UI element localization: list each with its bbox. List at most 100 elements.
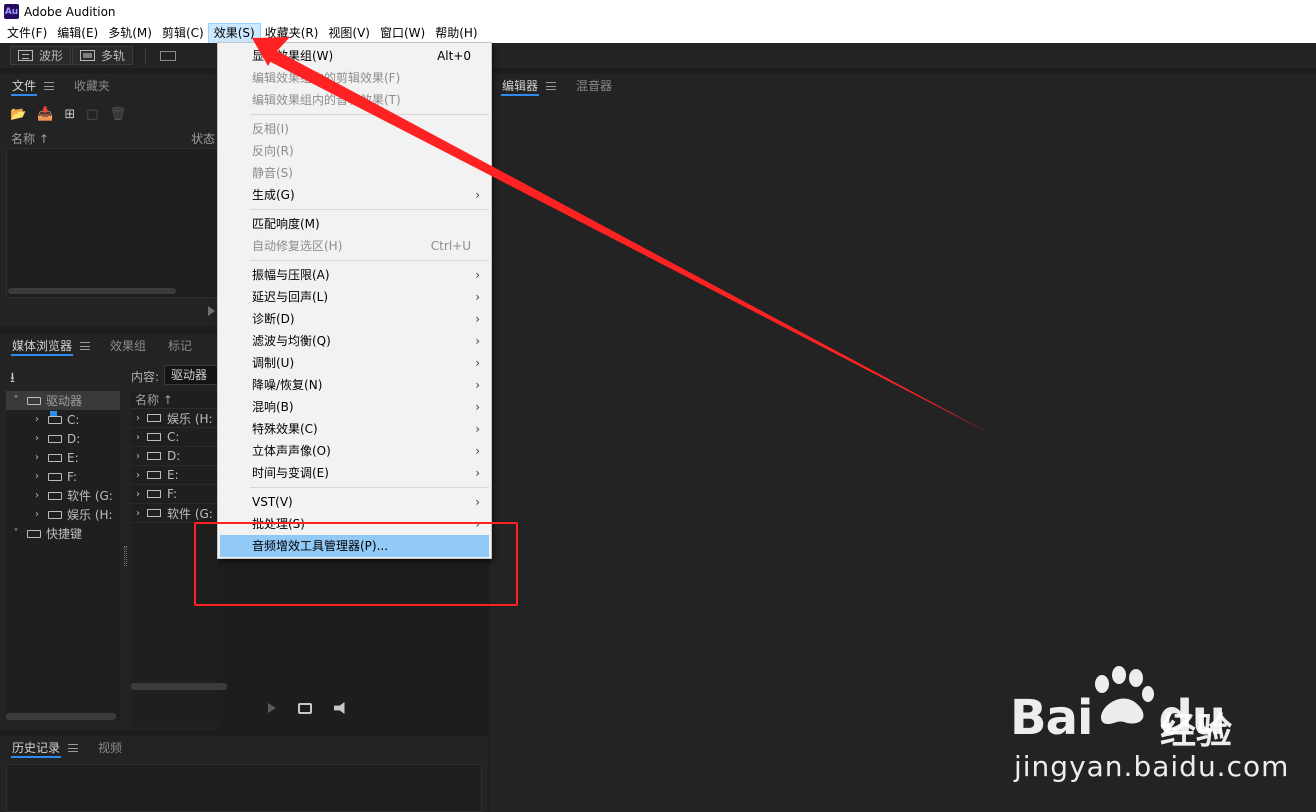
chevron-right-icon[interactable]: › (31, 414, 43, 425)
chevron-down-icon[interactable]: ˅ (10, 395, 22, 406)
list-item[interactable]: › 软件 (G: (131, 504, 218, 523)
chevron-right-icon[interactable]: › (31, 433, 43, 444)
download-icon[interactable]: ⭳ (10, 367, 15, 391)
spectral-display-icon[interactable] (160, 50, 177, 61)
menu-item[interactable]: 滤波与均衡(Q) › (218, 330, 491, 352)
menu-item[interactable]: 特殊效果(C) › (218, 418, 491, 440)
menu-0[interactable]: 文件(F) (2, 24, 52, 43)
waveform-icon (18, 50, 33, 61)
column-name[interactable]: 名称 ↑ (11, 130, 49, 147)
chevron-right-icon[interactable]: › (131, 508, 145, 519)
waveform-view-button[interactable]: 波形 (10, 46, 72, 65)
panel-menu-icon[interactable] (68, 744, 79, 752)
tree-item[interactable]: › 娱乐 (H: (6, 505, 120, 524)
list-item[interactable]: › 娱乐 (H: (131, 409, 218, 428)
play-preview-icon[interactable] (208, 306, 215, 316)
delete-icon[interactable]: 🗑 (110, 107, 127, 122)
tree-item[interactable]: › D: (6, 429, 120, 448)
panel-menu-icon[interactable] (44, 82, 55, 90)
list-column-name[interactable]: 名称 ↑ (131, 391, 218, 409)
menu-item[interactable]: 时间与变调(E) › (218, 462, 491, 484)
tab-editor[interactable]: 编辑器 (500, 74, 540, 98)
menu-item[interactable]: 匹配响度(M) (218, 213, 491, 235)
tab-files[interactable]: 文件 (10, 74, 38, 98)
menu-item[interactable]: VST(V) › (218, 491, 491, 513)
menu-item[interactable]: 反相(I) (218, 118, 491, 140)
submenu-arrow-icon: › (475, 444, 480, 458)
chevron-right-icon[interactable]: › (31, 471, 43, 482)
files-horizontal-scrollbar[interactable] (8, 288, 176, 294)
tab-history[interactable]: 历史记录 (10, 736, 62, 760)
menu-item[interactable]: 延迟与回声(L) › (218, 286, 491, 308)
tree-item[interactable]: › C: (6, 410, 120, 429)
list-item[interactable]: › F: (131, 485, 218, 504)
menu-item[interactable]: 静音(S) (218, 162, 491, 184)
menu-item[interactable]: 自动修复选区(H) Ctrl+U (218, 235, 491, 257)
panel-menu-icon[interactable] (546, 82, 557, 90)
menu-7[interactable]: 窗口(W) (375, 24, 430, 43)
menu-item-label: 调制(U) (252, 356, 295, 370)
import-file-icon[interactable]: 📥 (37, 107, 53, 122)
menu-item[interactable]: 振幅与压限(A) › (218, 264, 491, 286)
menu-item[interactable]: 生成(G) › (218, 184, 491, 206)
chevron-down-icon[interactable]: ˅ (10, 528, 22, 539)
loop-icon[interactable] (298, 702, 312, 714)
menu-6[interactable]: 视图(V) (323, 24, 375, 43)
tree-splitter[interactable] (123, 391, 129, 721)
auto-play-volume-icon[interactable] (334, 702, 345, 714)
chevron-right-icon[interactable]: › (31, 509, 43, 520)
menu-item[interactable]: 调制(U) › (218, 352, 491, 374)
menu-item[interactable]: 编辑效果组内的剪辑效果(F) (218, 67, 491, 89)
menu-1[interactable]: 编辑(E) (52, 24, 103, 43)
chevron-right-icon[interactable]: › (131, 489, 145, 500)
menu-4[interactable]: 效果(S) (207, 22, 261, 44)
menu-item[interactable]: 立体声声像(O) › (218, 440, 491, 462)
panel-menu-icon[interactable] (80, 342, 91, 350)
list-item[interactable]: › D: (131, 447, 218, 466)
menu-3[interactable]: 剪辑(C) (157, 24, 209, 43)
menu-8[interactable]: 帮助(H) (430, 24, 482, 43)
list-horizontal-scrollbar[interactable] (131, 683, 227, 690)
menu-item[interactable]: 显示效果组(W) Alt+0 (218, 45, 491, 67)
chevron-right-icon[interactable]: › (131, 451, 145, 462)
column-status[interactable]: 状态 (191, 130, 215, 147)
chevron-right-icon[interactable]: › (131, 470, 145, 481)
menu-item[interactable]: 诊断(D) › (218, 308, 491, 330)
tree-item[interactable]: › F: (6, 467, 120, 486)
tab-favorites[interactable]: 收藏夹 (74, 74, 110, 98)
menu-item[interactable]: 反向(R) (218, 140, 491, 162)
menu-item[interactable]: 降噪/恢复(N) › (218, 374, 491, 396)
list-item[interactable]: › E: (131, 466, 218, 485)
tab-video[interactable]: 视频 (98, 736, 122, 760)
chevron-right-icon[interactable]: › (31, 490, 43, 501)
list-item[interactable]: › C: (131, 428, 218, 447)
chevron-right-icon[interactable]: › (131, 413, 145, 424)
tree-item[interactable]: ˅ 快捷键 (6, 524, 120, 543)
tab-media-browser[interactable]: 媒体浏览器 (10, 334, 74, 358)
baidu-brand-cn: 经验 (1160, 711, 1233, 752)
tab-mixer[interactable]: 混音器 (576, 74, 612, 98)
open-folder-icon[interactable]: 📂 (10, 107, 26, 122)
menu-item[interactable]: 混响(B) › (218, 396, 491, 418)
tree-item[interactable]: › 软件 (G: (6, 486, 120, 505)
content-select[interactable]: 驱动器 (164, 365, 218, 385)
chevron-right-icon[interactable]: › (31, 452, 43, 463)
chevron-right-icon[interactable]: › (131, 432, 145, 443)
menu-item-label: 诊断(D) (252, 312, 295, 326)
tab-effects-rack[interactable]: 效果组 (110, 334, 146, 358)
files-list[interactable] (6, 148, 218, 298)
drive-icon (147, 414, 161, 422)
multitrack-view-button[interactable]: 多轨 (72, 46, 134, 65)
tree-horizontal-scrollbar[interactable] (6, 713, 116, 720)
menu-2[interactable]: 多轨(M) (103, 24, 157, 43)
drive-tree: ˅ 驱动器 › C: › D: › E: › F: › 软件 (G: › 娱乐 (H: ˅ 快捷键 (6, 391, 120, 721)
new-file-icon[interactable]: ⊞ (64, 107, 75, 122)
insert-into-multitrack-icon[interactable]: □ (86, 107, 98, 122)
tree-item[interactable]: ˅ 驱动器 (6, 391, 120, 410)
tab-markers[interactable]: 标记 (168, 334, 192, 358)
history-list[interactable] (6, 764, 482, 812)
menu-item[interactable]: 编辑效果组内的音轨效果(T) (218, 89, 491, 111)
menu-5[interactable]: 收藏夹(R) (260, 24, 324, 43)
tree-item[interactable]: › E: (6, 448, 120, 467)
play-icon[interactable] (268, 703, 276, 713)
